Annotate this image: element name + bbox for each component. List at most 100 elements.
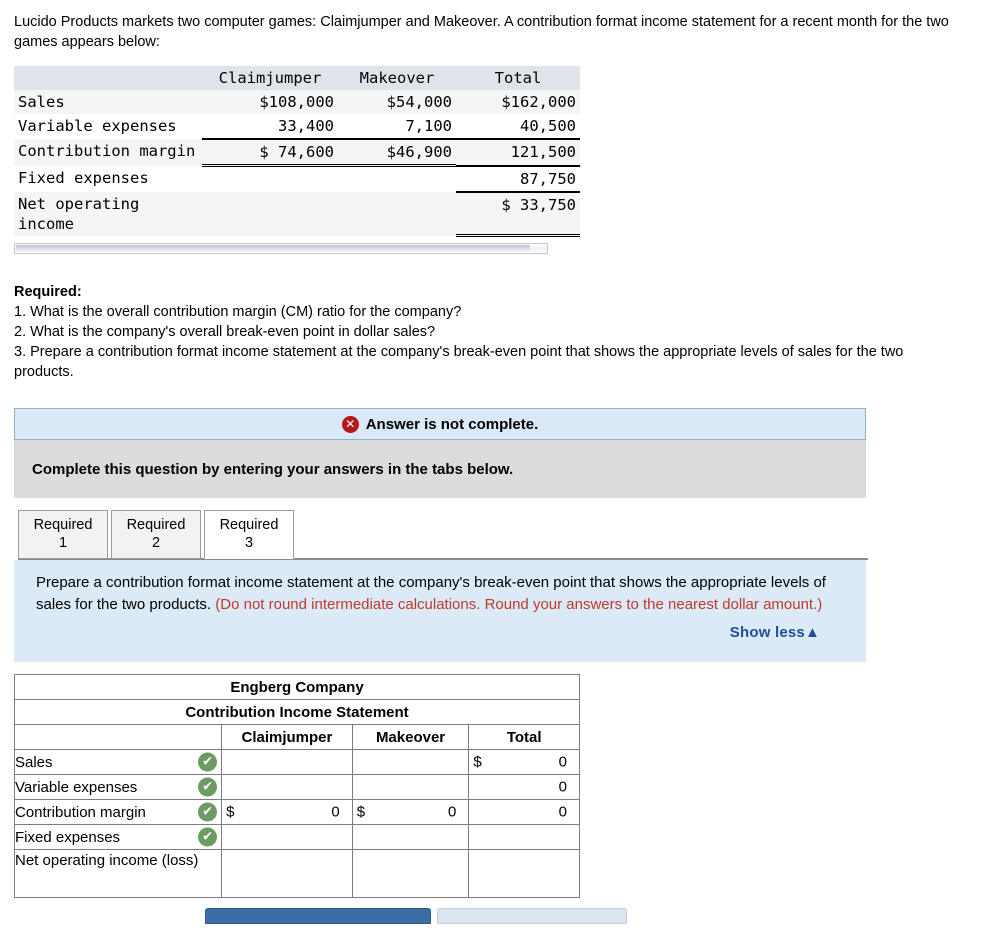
table-row: Sales $108,000 $54,000 $162,000	[14, 90, 580, 114]
given-table: Claimjumper Makeover Total Sales $108,00…	[14, 66, 580, 237]
answer-table-wrapper: Engberg Company Contribution Income Stat…	[13, 674, 994, 898]
required-section: Required: 1. What is the overall contrib…	[0, 254, 978, 382]
table-row: Sales ✔ $ 0	[13, 749, 580, 775]
given-col-claimjumper: Claimjumper	[202, 66, 338, 90]
required-item-3: 3. Prepare a contribution format income …	[14, 344, 904, 380]
check-circle-icon: ✔	[198, 777, 218, 797]
given-sales-makeover: $54,000	[338, 90, 456, 114]
tab-required-1-line1: Required	[33, 517, 93, 533]
given-col-makeover: Makeover	[338, 66, 456, 90]
required-heading: Required:	[14, 284, 82, 300]
error-x-icon: ✕	[341, 415, 359, 433]
given-row-label-sales: Sales	[14, 90, 202, 114]
given-noi-makeover	[338, 191, 456, 236]
answer-row-label-sales-text: Sales	[15, 753, 53, 771]
answer-cm-total-input[interactable]: 0	[468, 799, 580, 825]
answer-row-label-fixed-expenses: Fixed expenses ✔	[13, 824, 223, 850]
answer-title-row-1: Engberg Company	[14, 674, 580, 700]
answer-cm-makeover-input[interactable]: $ 0	[351, 799, 470, 825]
answer-variable-total-value: 0	[558, 778, 567, 796]
given-cm-makeover: $46,900	[338, 138, 456, 167]
scrollbar-thumb[interactable]	[16, 245, 530, 252]
answer-cm-claimjumper-input[interactable]: $ 0	[221, 799, 353, 825]
answer-row-label-contribution-margin-text: Contribution margin	[15, 803, 146, 821]
answer-row-label-fixed-expenses-text: Fixed expenses	[15, 828, 121, 846]
answer-noi-makeover-input[interactable]	[351, 849, 470, 898]
given-sales-total: $162,000	[456, 90, 580, 114]
given-row-label-variable-expenses: Variable expenses	[14, 114, 202, 139]
given-fixed-total: 87,750	[456, 164, 580, 192]
answer-cm-makeover-value: 0	[448, 803, 457, 821]
answer-statement-title: Contribution Income Statement	[14, 699, 580, 725]
table-row: Contribution margin ✔ $ 0 $ 0 0	[13, 799, 580, 825]
answer-row-label-contribution-margin: Contribution margin ✔	[13, 799, 223, 825]
answer-fixed-makeover-input[interactable]	[351, 824, 470, 850]
dollar-sign: $	[473, 753, 482, 771]
given-variable-makeover: 7,100	[338, 114, 456, 139]
given-cm-claimjumper: $ 74,600	[202, 138, 338, 167]
given-row-label-net-operating-income: Net operating income	[14, 191, 202, 236]
answer-status-banner: ✕ Answer is not complete.	[14, 408, 866, 440]
given-noi-total: $ 33,750	[456, 190, 580, 237]
dollar-sign: $	[226, 803, 235, 821]
answer-col-blank	[13, 724, 223, 750]
answer-row-label-net-operating-income: Net operating income (loss)	[13, 849, 223, 898]
answer-variable-total-input[interactable]: 0	[468, 774, 580, 800]
answer-sales-total-value: 0	[558, 753, 567, 771]
required-item-1: 1. What is the overall contribution marg…	[14, 304, 462, 320]
tab-required-2-line1: Required	[126, 517, 186, 533]
show-less-link[interactable]: Show less▲	[36, 616, 844, 654]
table-row: Variable expenses 33,400 7,100 40,500	[14, 114, 580, 139]
answer-cm-total-value: 0	[558, 803, 567, 821]
table-row: Variable expenses ✔ 0	[13, 774, 580, 800]
answer-noi-total-input[interactable]	[468, 849, 580, 898]
given-col-blank	[14, 66, 202, 90]
answer-sales-claimjumper-input[interactable]	[221, 749, 353, 775]
answer-row-label-variable-expenses-text: Variable expenses	[15, 778, 138, 796]
given-noi-claimjumper	[202, 191, 338, 236]
given-fixed-claimjumper	[202, 165, 338, 192]
tab-required-1[interactable]: Required 1	[18, 510, 108, 559]
check-circle-icon: ✔	[198, 827, 218, 847]
table-row: Contribution margin $ 74,600 $46,900 121…	[14, 138, 580, 167]
primary-action-button[interactable]	[205, 908, 431, 924]
secondary-action-button[interactable]	[437, 908, 627, 924]
answer-sales-total-input[interactable]: $ 0	[468, 749, 580, 775]
given-variable-total: 40,500	[456, 114, 580, 139]
check-circle-icon: ✔	[198, 752, 218, 772]
given-income-statement: Claimjumper Makeover Total Sales $108,00…	[14, 66, 580, 237]
tab-required-1-line2: 1	[58, 535, 68, 551]
table-row: Fixed expenses 87,750	[14, 164, 580, 192]
given-cm-total: 121,500	[456, 138, 580, 166]
answer-fixed-claimjumper-input[interactable]	[221, 824, 353, 850]
dollar-sign: $	[356, 803, 366, 821]
tab-required-2[interactable]: Required 2	[111, 510, 201, 559]
answer-row-label-variable-expenses: Variable expenses ✔	[13, 774, 223, 800]
answer-row-label-sales: Sales ✔	[13, 749, 223, 775]
answer-sales-makeover-input[interactable]	[351, 749, 470, 775]
complete-question-text: Complete this question by entering your …	[32, 460, 514, 478]
contribution-income-statement-table: Engberg Company Contribution Income Stat…	[13, 674, 580, 898]
answer-noi-claimjumper-input[interactable]	[221, 849, 353, 898]
answer-status-text: Answer is not complete.	[365, 415, 539, 433]
given-row-label-contribution-margin: Contribution margin	[14, 139, 202, 166]
table-row: Fixed expenses ✔	[13, 824, 580, 850]
answer-variable-makeover-input[interactable]	[351, 774, 470, 800]
answer-col-total: Total	[468, 724, 580, 750]
given-table-header-row: Claimjumper Makeover Total	[14, 66, 580, 90]
answer-col-claimjumper: Claimjumper	[221, 724, 353, 750]
complete-question-bar: Complete this question by entering your …	[14, 440, 866, 498]
answer-variable-claimjumper-input[interactable]	[221, 774, 353, 800]
table-row: Net operating income $ 33,750	[14, 190, 580, 237]
answer-fixed-total-input[interactable]	[468, 824, 580, 850]
answer-row-label-net-operating-income-text: Net operating income (loss)	[15, 852, 199, 869]
check-circle-icon: ✔	[198, 802, 218, 822]
tab-required-3[interactable]: Required 3	[204, 510, 294, 559]
answer-cm-claimjumper-value: 0	[331, 803, 340, 821]
given-table-horizontal-scrollbar[interactable]	[14, 243, 548, 254]
bottom-button-row	[0, 908, 994, 924]
answer-col-makeover: Makeover	[351, 724, 470, 750]
given-sales-claimjumper: $108,000	[202, 90, 338, 114]
tab-required-3-line1: Required	[219, 517, 279, 533]
answer-company-title: Engberg Company	[14, 674, 580, 700]
